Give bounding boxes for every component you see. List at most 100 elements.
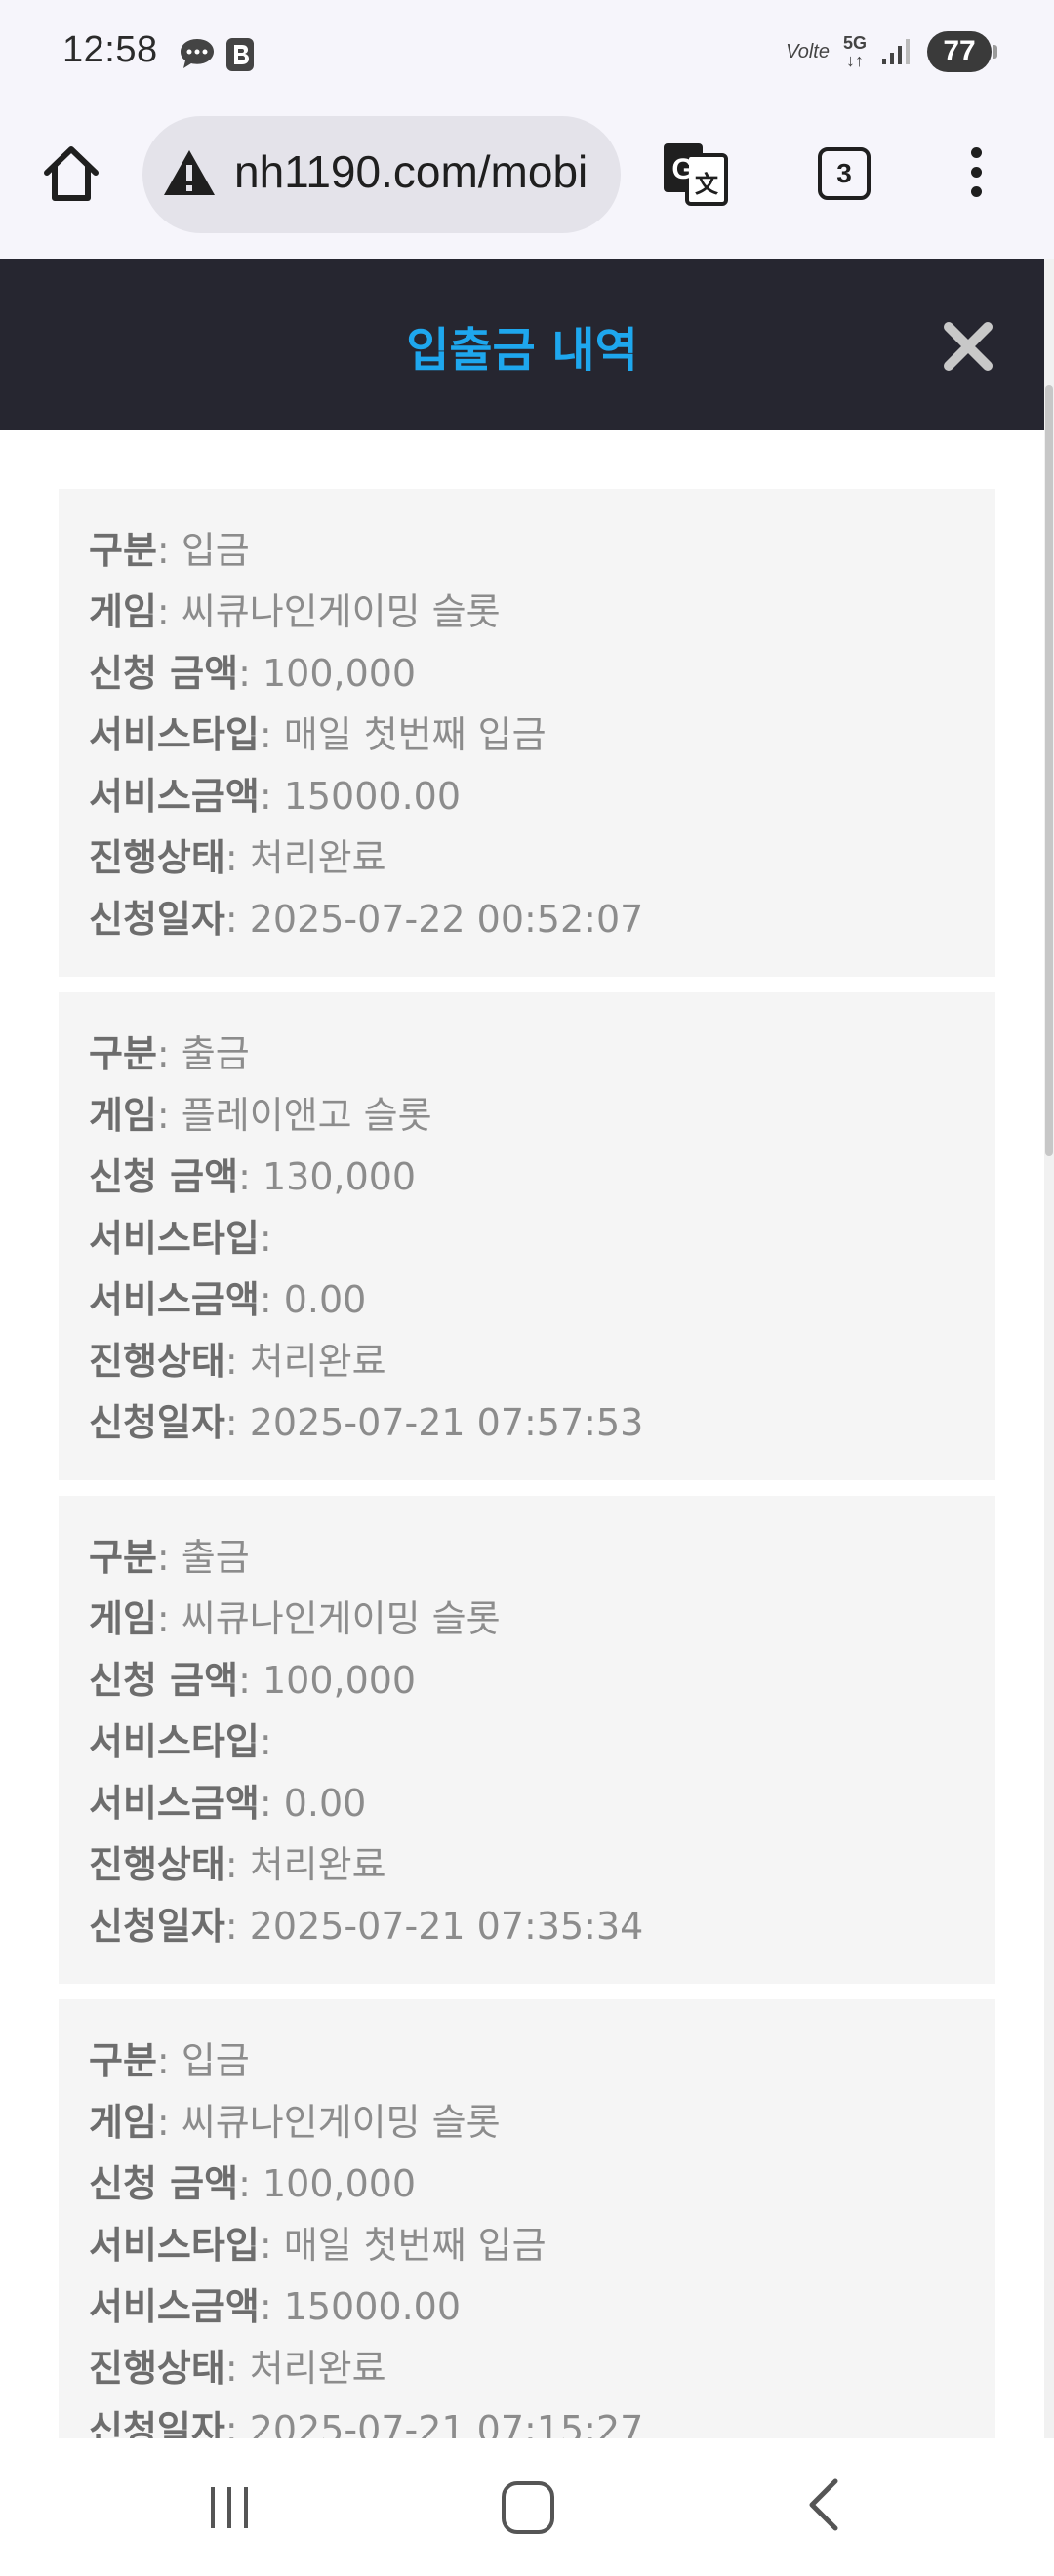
label-amount: 신청 금액: [89, 652, 239, 695]
more-vert-icon[interactable]: [966, 147, 986, 206]
warning-icon[interactable]: [162, 147, 217, 198]
row-service-type: 서비스타입: 매일 첫번째 입금: [89, 704, 547, 758]
value-type: : 출금: [156, 1032, 250, 1075]
value-service-type: : 매일 첫번째 입금: [259, 2224, 547, 2267]
label-game: 게임: [89, 590, 157, 633]
label-type: 구분: [89, 1536, 157, 1579]
url-text[interactable]: nh1190.com/mobi: [234, 145, 588, 198]
battery-indicator: 77: [927, 31, 997, 72]
value-game: : 플레이앤고 슬롯: [156, 1094, 432, 1137]
label-status: 진행상태: [89, 1843, 225, 1886]
value-date: : 2025-07-21 07:35:34: [224, 1905, 644, 1948]
label-type: 구분: [89, 1032, 157, 1075]
row-service-type: 서비스타입: 매일 첫번째 입금: [89, 2215, 547, 2269]
svg-text:文: 文: [695, 171, 719, 198]
label-service-type: 서비스타입: [89, 1217, 260, 1260]
value-service-amount: : 0.00: [259, 1782, 367, 1825]
value-date: : 2025-07-21 07:57:53: [224, 1401, 644, 1444]
value-amount: : 100,000: [238, 652, 417, 695]
label-service-amount: 서비스금액: [89, 1782, 260, 1825]
label-service-type: 서비스타입: [89, 1720, 260, 1763]
label-amount: 신청 금액: [89, 1155, 239, 1198]
row-date: 신청일자: 2025-07-21 07:57:53: [89, 1392, 643, 1446]
row-game: 게임: 씨큐나인게이밍 슬롯: [89, 582, 501, 635]
close-icon[interactable]: [941, 319, 995, 374]
row-game: 게임: 플레이앤고 슬롯: [89, 1085, 432, 1139]
value-amount: : 100,000: [238, 2162, 417, 2205]
label-service-type: 서비스타입: [89, 713, 260, 756]
value-service-type: : 매일 첫번째 입금: [259, 713, 547, 756]
value-service-amount: : 0.00: [259, 1278, 367, 1321]
row-game: 게임: 씨큐나인게이밍 슬롯: [89, 2092, 501, 2146]
value-amount: : 100,000: [238, 1659, 417, 1702]
back-icon[interactable]: [804, 2477, 843, 2532]
b-app-icon: [226, 38, 254, 71]
label-date: 신청일자: [89, 1905, 225, 1948]
label-service-amount: 서비스금액: [89, 775, 260, 818]
label-game: 게임: [89, 1094, 157, 1137]
value-status: : 처리완료: [224, 836, 386, 879]
row-type: 구분: 출금: [89, 1527, 250, 1581]
row-type: 구분: 출금: [89, 1024, 250, 1077]
network-type-label: 5G: [842, 33, 867, 53]
label-status: 진행상태: [89, 1340, 225, 1383]
row-amount: 신청 금액: 130,000: [89, 1147, 416, 1200]
label-date: 신청일자: [89, 898, 225, 941]
network-type: 5G ↓↑: [842, 33, 867, 70]
row-type: 구분: 입금: [89, 2031, 250, 2084]
value-status: : 처리완료: [224, 1340, 386, 1383]
label-date: 신청일자: [89, 1401, 225, 1444]
label-service-amount: 서비스금액: [89, 1278, 260, 1321]
transaction-card: 구분: 출금 게임: 플레이앤고 슬롯 신청 금액: 130,000 서비스타입…: [59, 992, 995, 1480]
transaction-list[interactable]: 구분: 입금 게임: 씨큐나인게이밍 슬롯 신청 금액: 100,000 서비스…: [0, 430, 1044, 2438]
row-amount: 신청 금액: 100,000: [89, 643, 416, 697]
row-service-amount: 서비스금액: 0.00: [89, 1269, 366, 1323]
row-type: 구분: 입금: [89, 520, 250, 574]
value-type: : 입금: [156, 529, 250, 572]
row-service-amount: 서비스금액: 0.00: [89, 1773, 366, 1827]
label-date: 신청일자: [89, 2408, 225, 2438]
home-icon[interactable]: [37, 140, 105, 208]
value-type: : 입금: [156, 2039, 250, 2082]
signal-icon: [882, 39, 910, 64]
label-type: 구분: [89, 2039, 157, 2082]
value-amount: : 130,000: [238, 1155, 417, 1198]
row-amount: 신청 금액: 100,000: [89, 1650, 416, 1704]
browser-toolbar: nh1190.com/mobi G 文 3: [0, 112, 1054, 259]
transaction-card: 구분: 출금 게임: 씨큐나인게이밍 슬롯 신청 금액: 100,000 서비스…: [59, 1496, 995, 1984]
row-date: 신청일자: 2025-07-21 07:15:27: [89, 2399, 643, 2438]
translate-icon[interactable]: G 文: [660, 140, 730, 208]
home-nav-icon[interactable]: [502, 2481, 554, 2534]
transaction-card: 구분: 입금 게임: 씨큐나인게이밍 슬롯 신청 금액: 100,000 서비스…: [59, 1999, 995, 2438]
volte-label: Volte: [786, 40, 830, 62]
label-amount: 신청 금액: [89, 1659, 239, 1702]
value-type: : 출금: [156, 1536, 250, 1579]
value-service-amount: : 15000.00: [259, 775, 462, 818]
row-date: 신청일자: 2025-07-21 07:35:34: [89, 1896, 643, 1950]
label-type: 구분: [89, 529, 157, 572]
value-game: : 씨큐나인게이밍 슬롯: [156, 2101, 501, 2144]
value-status: : 처리완료: [224, 2347, 386, 2390]
label-service-amount: 서비스금액: [89, 2285, 260, 2328]
modal-title: 입출금 내역: [406, 323, 638, 378]
recent-apps-icon[interactable]: [205, 2483, 254, 2532]
chat-bubble-icon: [181, 39, 214, 68]
tabs-button[interactable]: 3: [818, 147, 871, 200]
row-game: 게임: 씨큐나인게이밍 슬롯: [89, 1589, 501, 1642]
value-date: : 2025-07-22 00:52:07: [224, 898, 644, 941]
value-service-amount: : 15000.00: [259, 2285, 462, 2328]
row-status: 진행상태: 처리완료: [89, 827, 386, 881]
status-bar: 12:58 Volte 5G ↓↑ 77: [0, 0, 1054, 112]
row-service-type: 서비스타입:: [89, 1208, 272, 1262]
value-date: : 2025-07-21 07:15:27: [224, 2408, 644, 2438]
row-service-amount: 서비스금액: 15000.00: [89, 2276, 461, 2330]
row-status: 진행상태: 처리완료: [89, 1834, 386, 1888]
row-service-amount: 서비스금액: 15000.00: [89, 766, 461, 820]
row-status: 진행상태: 처리완료: [89, 1331, 386, 1385]
scrollbar[interactable]: [1044, 259, 1054, 2438]
label-amount: 신청 금액: [89, 2162, 239, 2205]
label-status: 진행상태: [89, 2347, 225, 2390]
row-service-type: 서비스타입:: [89, 1711, 272, 1765]
url-bar[interactable]: nh1190.com/mobi: [142, 116, 621, 233]
scroll-thumb[interactable]: [1045, 385, 1053, 1156]
